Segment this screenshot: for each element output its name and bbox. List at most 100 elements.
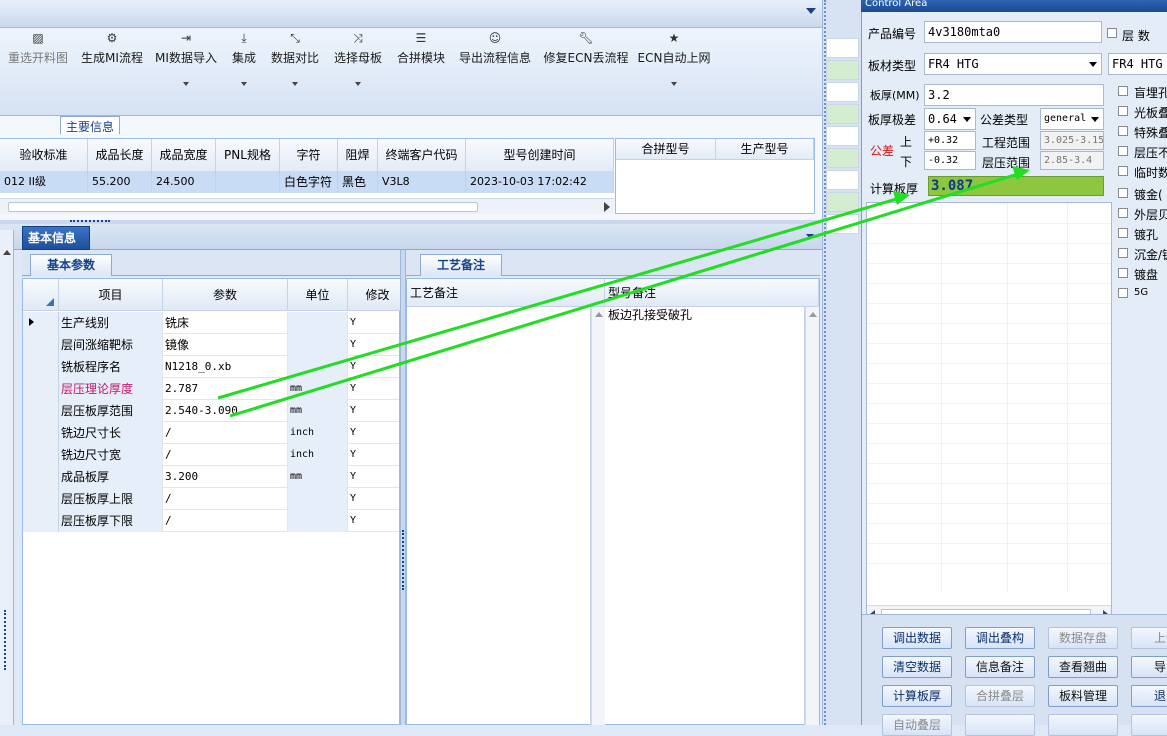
- table-row[interactable]: 生产线别 铣床 Y: [23, 312, 408, 334]
- param-item[interactable]: 铣板程序名: [59, 356, 163, 378]
- blank-button[interactable]: [1131, 714, 1167, 736]
- option-checkbox[interactable]: [1118, 86, 1128, 96]
- row-header[interactable]: [23, 510, 59, 532]
- option-checkbox[interactable]: [1118, 228, 1128, 238]
- mi-data-import-button[interactable]: ⇥ MI数据导入: [154, 28, 218, 116]
- layer-data-grid[interactable]: [866, 202, 1112, 622]
- scroll-up-icon[interactable]: [809, 312, 817, 317]
- ecn-auto-online-button[interactable]: ★ ECN自动上网: [637, 28, 711, 116]
- tab-basic-info[interactable]: 基本信息: [22, 226, 90, 250]
- splitter-grip[interactable]: [4, 610, 6, 670]
- param-mod[interactable]: Y: [348, 400, 408, 422]
- table-cell[interactable]: V3L8: [378, 171, 466, 193]
- row-header[interactable]: [23, 488, 59, 510]
- param-item[interactable]: 层压板厚下限: [59, 510, 163, 532]
- chevron-down-icon[interactable]: [1089, 62, 1097, 67]
- row-header[interactable]: [23, 334, 59, 356]
- param-item[interactable]: 层压板厚范围: [59, 400, 163, 422]
- param-value[interactable]: N1218_0.xb: [163, 356, 288, 378]
- param-unit[interactable]: [288, 334, 348, 356]
- param-unit[interactable]: [288, 312, 348, 334]
- tolerance-type-select[interactable]: general: [1040, 108, 1104, 130]
- table-cell[interactable]: 白色字符: [280, 171, 338, 193]
- horizontal-scrollbar[interactable]: [0, 198, 614, 214]
- row-header[interactable]: [23, 356, 59, 378]
- option-checkbox[interactable]: [1118, 126, 1128, 136]
- thickness-field[interactable]: 3.2: [924, 84, 1104, 106]
- col-header[interactable]: 验收标准: [0, 139, 88, 171]
- col-header[interactable]: 终端客户代码: [378, 139, 466, 171]
- param-value[interactable]: /: [163, 422, 288, 444]
- tab-main-info[interactable]: 主要信息: [60, 116, 121, 134]
- table-row[interactable]: 铣板程序名 N1218_0.xb Y: [23, 356, 408, 378]
- param-value[interactable]: 镜像: [163, 334, 288, 356]
- param-unit[interactable]: mm: [288, 400, 348, 422]
- table-row[interactable]: 层压理论厚度 2.787 mm Y: [23, 378, 408, 400]
- table-cell[interactable]: [216, 171, 280, 193]
- row-header[interactable]: [23, 444, 59, 466]
- option-checkbox[interactable]: [1118, 208, 1128, 218]
- vertical-scrollbar[interactable]: [805, 307, 819, 725]
- scroll-right-icon[interactable]: [604, 202, 610, 212]
- col-header[interactable]: 字符: [280, 139, 338, 171]
- list-item[interactable]: [826, 192, 859, 212]
- param-item[interactable]: 层压板厚上限: [59, 488, 163, 510]
- param-mod[interactable]: Y: [348, 422, 408, 444]
- scroll-up-icon[interactable]: [595, 312, 603, 317]
- param-mod[interactable]: Y: [348, 312, 408, 334]
- table-row[interactable]: 层压板厚范围 2.540-3.090 mm Y: [23, 400, 408, 422]
- option-checkbox[interactable]: [1118, 188, 1128, 198]
- load-stackup-button[interactable]: 调出叠构: [965, 627, 1035, 649]
- export-button[interactable]: 导出: [1131, 656, 1167, 678]
- param-value[interactable]: 2.787: [163, 378, 288, 400]
- col-header[interactable]: 型号创建时间: [466, 139, 614, 171]
- chevron-down-icon[interactable]: [963, 117, 971, 122]
- table-row[interactable]: 层间涨缩靶标 镜像 Y: [23, 334, 408, 356]
- param-item[interactable]: 成品板厚: [59, 466, 163, 488]
- chevron-down-icon[interactable]: [1091, 117, 1099, 122]
- param-value[interactable]: /: [163, 488, 288, 510]
- blank-button[interactable]: [1048, 714, 1118, 736]
- param-mod[interactable]: Y: [348, 510, 408, 532]
- save-data-button[interactable]: 数据存盘: [1048, 627, 1118, 649]
- scrollbar-thumb[interactable]: [8, 202, 478, 212]
- option-checkbox[interactable]: [1118, 248, 1128, 258]
- param-mod[interactable]: Y: [348, 488, 408, 510]
- param-item[interactable]: 层压理论厚度: [59, 378, 163, 400]
- param-mod[interactable]: Y: [348, 444, 408, 466]
- col-header[interactable]: 阻焊: [338, 139, 378, 171]
- row-header[interactable]: [23, 422, 59, 444]
- load-data-button[interactable]: 调出数据: [882, 627, 952, 649]
- tab-basic-params[interactable]: 基本参数: [30, 254, 113, 276]
- product-no-field[interactable]: 4v3180mta0: [924, 21, 1102, 43]
- option-checkbox[interactable]: [1118, 146, 1128, 156]
- param-item[interactable]: 生产线别: [59, 312, 163, 334]
- table-cell[interactable]: 黑色: [338, 171, 378, 193]
- list-item[interactable]: [826, 104, 859, 124]
- chevron-down-icon[interactable]: [292, 82, 298, 86]
- row-header[interactable]: [23, 312, 59, 334]
- merge-module-button[interactable]: ☰ 合拼模块: [394, 28, 448, 116]
- splitter-grip[interactable]: [402, 530, 404, 590]
- vertical-scrollbar[interactable]: [591, 307, 605, 725]
- info-notes-button[interactable]: 信息备注: [965, 656, 1035, 678]
- param-value[interactable]: /: [163, 510, 288, 532]
- table-row[interactable]: 铣边尺寸长 / inch Y: [23, 422, 408, 444]
- upload-button[interactable]: 上传: [1131, 627, 1167, 649]
- col-header[interactable]: 成品宽度: [152, 139, 216, 171]
- calc-thickness-button[interactable]: 计算板厚: [882, 685, 952, 707]
- col-header[interactable]: 生产型号: [716, 139, 814, 160]
- param-unit[interactable]: mm: [288, 466, 348, 488]
- list-item[interactable]: [826, 148, 859, 168]
- row-header[interactable]: [23, 378, 59, 400]
- list-item[interactable]: [826, 60, 859, 80]
- param-unit[interactable]: [288, 510, 348, 532]
- param-mod[interactable]: Y: [348, 334, 408, 356]
- view-warp-button[interactable]: 查看翘曲: [1048, 656, 1118, 678]
- table-cell[interactable]: 55.200: [88, 171, 152, 193]
- model-notes-textarea[interactable]: 板边孔接受破孔: [605, 307, 805, 725]
- merge-stackup-button[interactable]: 合拼叠层: [965, 685, 1035, 707]
- col-header[interactable]: 合拼型号: [616, 139, 716, 160]
- param-value[interactable]: 3.200: [163, 466, 288, 488]
- param-value[interactable]: 2.540-3.090: [163, 400, 288, 422]
